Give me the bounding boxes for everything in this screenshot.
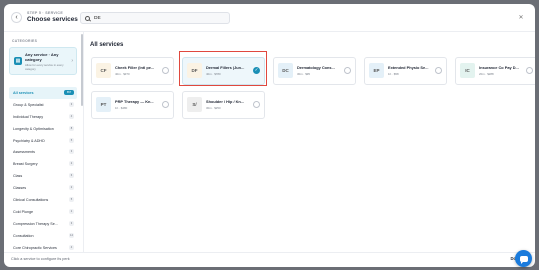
grid-icon: ▦ xyxy=(14,57,22,65)
service-thumbnail: CF xyxy=(96,63,111,78)
category-count-badge: 14 xyxy=(69,232,74,238)
modal-footer: Click a service to configure its perk Do… xyxy=(4,252,535,267)
sidebar-category-item[interactable]: Classes 2 xyxy=(9,182,77,194)
service-name: Extended Physio Se... xyxy=(388,65,429,70)
search-icon xyxy=(85,15,90,21)
sidebar-category-item[interactable]: Psychiatry & ADHD 5 xyxy=(9,135,77,147)
categories-sidebar: CATEGORIES ▦ Any service · Any category … xyxy=(4,32,84,252)
modal-header: ‹ STEP 5 · SERVICE Choose services DE ✕ xyxy=(4,4,535,32)
radio-circle-icon[interactable] xyxy=(162,101,169,108)
sidebar-category-item[interactable]: Breast Surgery 2 xyxy=(9,158,77,170)
search-value: DE xyxy=(94,15,101,21)
radio-circle-icon[interactable] xyxy=(253,101,260,108)
service-meta: 40m · $370 xyxy=(115,72,130,76)
category-label: Individual Therapy xyxy=(13,114,44,119)
service-card[interactable]: DC Dermatology Cons... 30m · $95 xyxy=(273,57,356,85)
choose-services-modal: ‹ STEP 5 · SERVICE Choose services DE ✕ … xyxy=(4,4,535,267)
close-icon: ✕ xyxy=(518,14,524,21)
service-thumbnail: DC xyxy=(278,63,293,78)
service-meta: 1h · $480 xyxy=(115,106,128,110)
category-label: Breast Surgery xyxy=(13,162,38,167)
category-label: Psychiatry & ADHD xyxy=(13,138,45,143)
category-count-badge: 2 xyxy=(69,185,74,191)
sidebar-scrollbar[interactable] xyxy=(81,34,83,106)
service-meta: 30m · $250 xyxy=(206,106,221,110)
service-thumbnail: S/ xyxy=(187,97,202,112)
radio-circle-icon[interactable] xyxy=(435,67,442,74)
category-label: Classes xyxy=(13,186,27,191)
step-label: STEP 5 · SERVICE xyxy=(27,11,64,15)
sidebar-category-item[interactable]: Class 6 xyxy=(9,170,77,182)
sidebar-category-item[interactable]: Cold Plunge 2 xyxy=(9,206,77,218)
chevron-right-icon: › xyxy=(71,58,73,64)
sidebar-category-item[interactable]: Consultation 14 xyxy=(9,230,77,242)
category-label: Clinical Consultations xyxy=(13,197,49,202)
services-panel: All services CF Cheek Filler (Intl pe... 4… xyxy=(85,32,535,252)
category-label: Consultation xyxy=(13,233,34,238)
category-count-badge: 6 xyxy=(69,173,74,179)
service-thumbnail: IC xyxy=(460,63,475,78)
sidebar-category-item[interactable]: Assessments 3 xyxy=(9,146,77,158)
footer-hint: Click a service to configure its perk xyxy=(11,257,70,261)
category-label: Compression Therapy Se... xyxy=(13,221,58,226)
categories-heading: CATEGORIES xyxy=(12,39,38,43)
chat-icon xyxy=(519,255,528,264)
page-title: Choose services xyxy=(27,16,78,23)
category-count-badge: 5 xyxy=(69,197,74,203)
section-title: All services xyxy=(90,42,124,48)
category-count-badge: 8 xyxy=(69,125,74,131)
service-card[interactable]: IC Insurance Co Pay D... 20m · $288 xyxy=(455,57,535,85)
back-button[interactable]: ‹ xyxy=(11,12,22,23)
service-card[interactable]: EP Extended Physio Se... 1h · $58 xyxy=(364,57,447,85)
service-thumbnail: EP xyxy=(369,63,384,78)
category-count-badge: 4 xyxy=(69,244,74,250)
category-label: Class xyxy=(13,174,23,179)
arrow-left-icon: ‹ xyxy=(15,14,18,21)
sidebar-category-item[interactable]: Clinical Consultations 5 xyxy=(9,194,77,206)
category-list: All services 657 Group & Specialist 3 Indivi… xyxy=(9,87,77,253)
search-input[interactable]: DE xyxy=(80,12,230,24)
service-name: Shoulder / Hip / Kn... xyxy=(206,99,245,104)
service-card[interactable]: PT PRP Therapy — Kn... 1h · $480 xyxy=(91,91,174,119)
category-label: Group & Specialist xyxy=(13,102,44,107)
category-label: Cold Plunge xyxy=(13,209,34,214)
category-count-badge: 4 xyxy=(69,113,74,119)
service-name: Cheek Filler (Intl pe... xyxy=(115,65,155,70)
service-thumbnail: PT xyxy=(96,97,111,112)
service-name: Insurance Co Pay D... xyxy=(479,65,519,70)
sidebar-category-item[interactable]: Group & Specialist 3 xyxy=(9,99,77,111)
category-count-badge: 3 xyxy=(69,220,74,226)
category-count-badge: 657 xyxy=(64,90,74,95)
sidebar-category-item[interactable]: Individual Therapy 4 xyxy=(9,111,77,123)
service-card[interactable]: CF Cheek Filler (Intl pe... 40m · $370 xyxy=(91,57,174,85)
radio-circle-icon[interactable] xyxy=(344,67,351,74)
category-label: Core Chiropractic Services xyxy=(13,245,57,250)
any-service-card[interactable]: ▦ Any service · Any category Allow for e… xyxy=(9,47,77,75)
service-meta: 1h · $58 xyxy=(388,72,399,76)
sidebar-category-item[interactable]: Compression Therapy Se... 3 xyxy=(9,218,77,230)
service-card[interactable]: S/Shoulder / Hip / Kn... 30m · $250 xyxy=(182,91,265,119)
category-count-badge: 2 xyxy=(69,208,74,214)
category-label: Assessments xyxy=(13,150,35,155)
service-name: Dermatology Cons... xyxy=(297,65,335,70)
category-count-badge: 5 xyxy=(69,137,74,143)
category-count-badge: 3 xyxy=(69,101,74,107)
selection-highlight xyxy=(179,51,267,86)
any-service-description: Allow for every service in every categor… xyxy=(25,63,64,71)
category-label: Longevity & Optimisation xyxy=(13,126,54,131)
sidebar-category-item[interactable]: Longevity & Optimisation 8 xyxy=(9,123,77,135)
service-name: PRP Therapy — Kn... xyxy=(115,99,154,104)
service-meta: 30m · $95 xyxy=(297,72,311,76)
radio-circle-icon[interactable] xyxy=(526,67,533,74)
any-service-title: Any service · Any category xyxy=(25,52,59,62)
service-meta: 20m · $288 xyxy=(479,72,494,76)
category-count-badge: 3 xyxy=(69,149,74,155)
chat-launcher-button[interactable] xyxy=(515,250,532,267)
category-label: All services xyxy=(13,90,34,95)
sidebar-category-item[interactable]: All services 657 xyxy=(9,87,77,99)
radio-circle-icon[interactable] xyxy=(162,67,169,74)
close-button[interactable]: ✕ xyxy=(516,12,526,22)
category-count-badge: 2 xyxy=(69,161,74,167)
